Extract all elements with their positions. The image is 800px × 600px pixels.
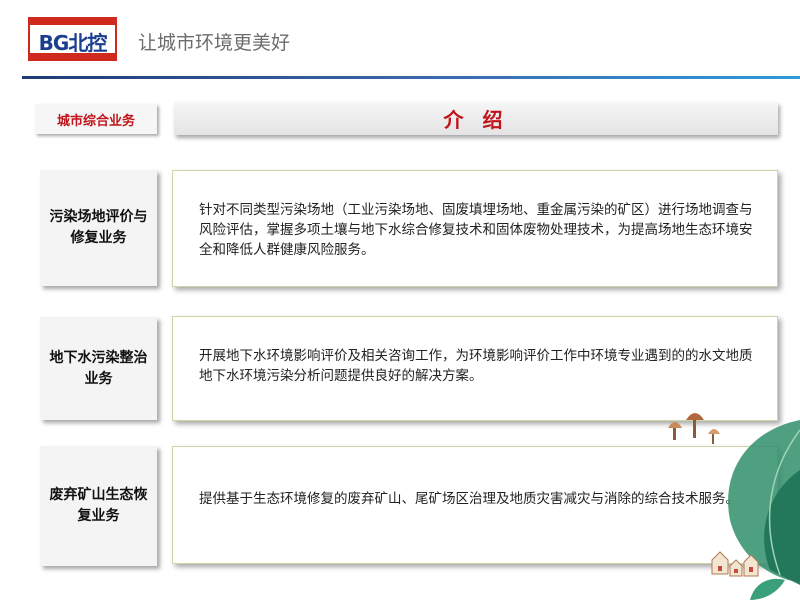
category-tab: 城市综合业务 xyxy=(35,104,157,134)
intro-header: 介 绍 xyxy=(174,102,778,135)
row-label-text: 地下水污染整治业务 xyxy=(49,349,148,387)
brand-logo: BG北控 xyxy=(28,17,117,61)
leaf-decoration-icon xyxy=(668,413,800,600)
row-label-site-remediation: 污染场地评价与修复业务 xyxy=(40,170,157,286)
header-divider xyxy=(22,76,800,79)
row-label-mine-restoration: 废弃矿山生态恢复业务 xyxy=(40,446,157,566)
row-description-text: 开展地下水环境影响评价及相关咨询工作，为环境影响评价工作中环境专业遇到的的水文地… xyxy=(199,348,753,384)
logo-stripe-top xyxy=(30,19,115,25)
logo-text: BG北控 xyxy=(38,31,108,55)
logo-stripe-bottom xyxy=(30,53,115,59)
row-description-groundwater: 开展地下水环境影响评价及相关咨询工作，为环境影响评价工作中环境专业遇到的的水文地… xyxy=(172,316,778,421)
slogan: 让城市环境更美好 xyxy=(138,32,291,54)
row-description-text: 提供基于生态环境修复的废弃矿山、尾矿场区治理及地质灾害减灾与消除的综合技术服务。 xyxy=(199,491,739,507)
row-description-site-remediation: 针对不同类型污染场地（工业污染场地、固废填埋场地、重金属污染的矿区）进行场地调查… xyxy=(172,170,778,287)
row-label-text: 废弃矿山生态恢复业务 xyxy=(49,487,148,524)
row-label-groundwater: 地下水污染整治业务 xyxy=(40,317,157,420)
row-label-text: 污染场地评价与修复业务 xyxy=(49,209,148,246)
row-description-text: 针对不同类型污染场地（工业污染场地、固废填埋场地、重金属污染的矿区）进行场地调查… xyxy=(199,202,753,258)
